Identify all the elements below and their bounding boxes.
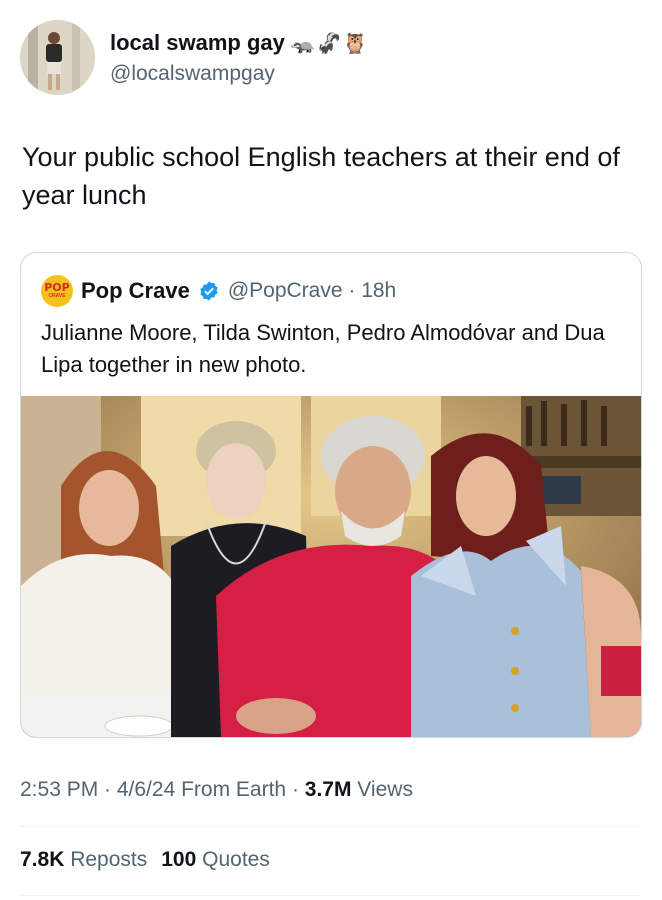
- avatar-photo: [20, 20, 95, 95]
- group-photo-image[interactable]: [21, 396, 641, 737]
- quoted-tweet[interactable]: POP CRAVE Pop Crave @PopCrave · 18h Juli…: [20, 252, 642, 738]
- quotes-stat[interactable]: 100 Quotes: [161, 848, 270, 872]
- divider: [20, 826, 640, 827]
- author-name-row[interactable]: local swamp gay 🦡🦨🦉: [110, 30, 369, 56]
- quotes-label: Quotes: [202, 848, 270, 871]
- reposts-label: Reposts: [70, 848, 148, 871]
- quoted-display-name[interactable]: Pop Crave: [81, 278, 190, 304]
- views-label: Views: [351, 778, 413, 801]
- quoted-tweet-header: POP CRAVE Pop Crave @PopCrave · 18h: [41, 275, 396, 307]
- animal-emoji-icons: 🦡🦨🦉: [290, 32, 369, 55]
- quoted-tweet-text: Julianne Moore, Tilda Swinton, Pedro Alm…: [41, 320, 605, 377]
- author-handle[interactable]: @localswampgay: [110, 62, 275, 86]
- timestamp[interactable]: 2:53 PM · 4/6/24 From Earth ·: [20, 778, 305, 801]
- avatar[interactable]: [20, 20, 95, 95]
- author-display-name[interactable]: local swamp gay: [110, 30, 285, 56]
- reposts-stat[interactable]: 7.8K Reposts: [20, 848, 147, 872]
- logo-text-crave: CRAVE: [48, 293, 66, 299]
- logo-text-pop: POP: [44, 281, 70, 294]
- verified-badge-icon: [200, 281, 218, 301]
- reposts-count: 7.8K: [20, 848, 65, 871]
- divider: [20, 895, 640, 896]
- tweet-meta: 2:53 PM · 4/6/24 From Earth · 3.7M Views: [20, 778, 413, 802]
- quoted-handle-time[interactable]: @PopCrave · 18h: [228, 279, 396, 303]
- tweet-text: Your public school English teachers at t…: [22, 142, 620, 210]
- engagement-stats: 7.8K Reposts 100 Quotes: [20, 848, 270, 872]
- quotes-count: 100: [161, 848, 197, 871]
- views-count: 3.7M: [304, 778, 352, 801]
- pop-crave-logo-icon[interactable]: POP CRAVE: [41, 275, 73, 307]
